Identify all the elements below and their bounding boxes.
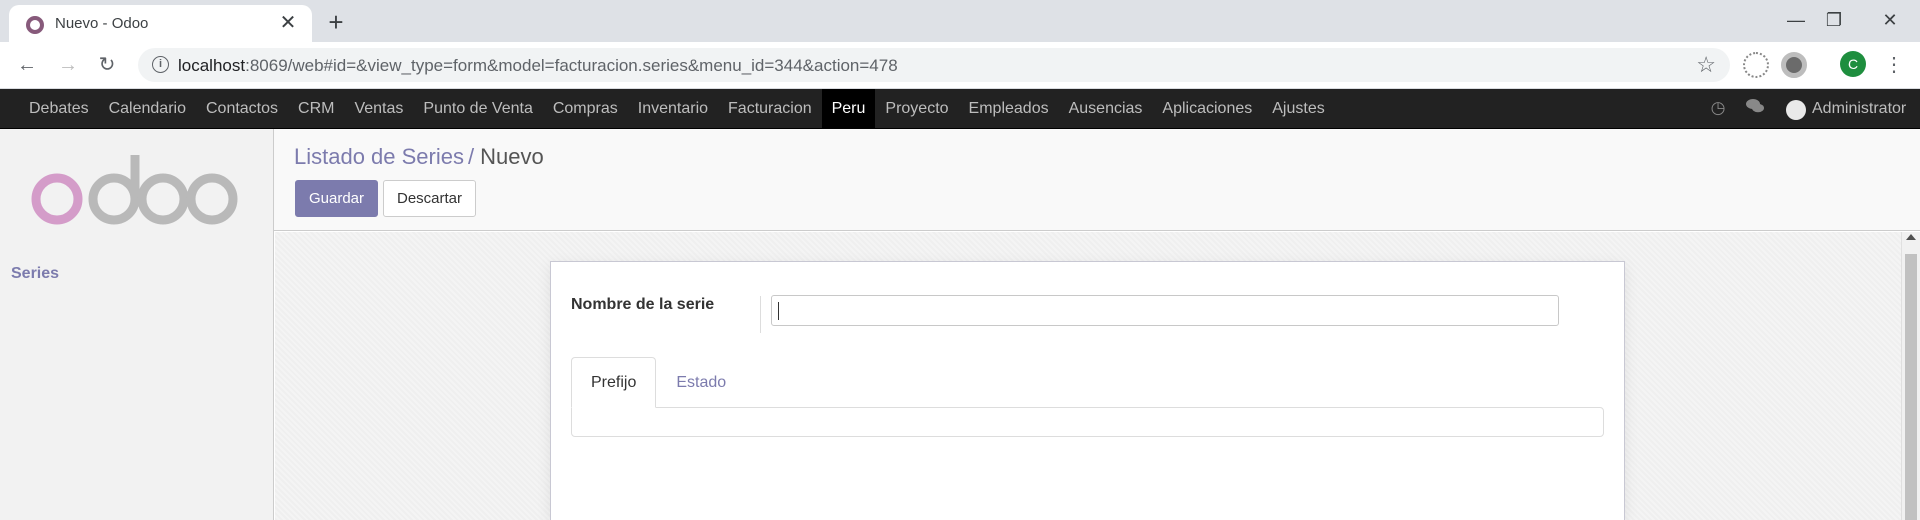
- breadcrumb: Listado de Series / Nuevo: [294, 144, 544, 170]
- menu-item-compras[interactable]: Compras: [543, 89, 628, 129]
- activity-clock-icon[interactable]: ◷: [1707, 97, 1729, 119]
- save-button[interactable]: Guardar: [295, 180, 378, 217]
- browser-tab-strip: Nuevo - Odoo ✕ + — ❐ ✕: [0, 0, 1920, 42]
- menu-item-inventario[interactable]: Inventario: [628, 89, 718, 129]
- tab-content-panel: [571, 407, 1604, 437]
- tab-prefijo[interactable]: Prefijo: [571, 357, 657, 408]
- menu-item-punto-de-venta[interactable]: Punto de Venta: [413, 89, 542, 129]
- restore-button[interactable]: ❐: [1814, 4, 1854, 36]
- menu-item-peru[interactable]: Peru: [821, 89, 876, 129]
- scroll-up-arrow-icon[interactable]: [1906, 234, 1916, 240]
- menu-item-aplicaciones[interactable]: Aplicaciones: [1152, 89, 1262, 129]
- tab-title: Nuevo - Odoo: [55, 15, 149, 32]
- profile-avatar[interactable]: C: [1840, 51, 1866, 77]
- extension-icon[interactable]: [1743, 52, 1769, 78]
- menu-item-crm[interactable]: CRM: [288, 89, 344, 129]
- chat-bubbles-icon: [1746, 99, 1764, 113]
- new-tab-button[interactable]: +: [322, 8, 350, 36]
- minimize-button[interactable]: —: [1776, 4, 1816, 36]
- scrollbar-thumb[interactable]: [1905, 254, 1917, 520]
- menu-item-ventas[interactable]: Ventas: [344, 89, 413, 129]
- label-divider: [760, 296, 761, 333]
- breadcrumb-current: Nuevo: [480, 144, 544, 169]
- forward-arrow-icon[interactable]: →: [53, 50, 83, 80]
- series-name-label: Nombre de la serie: [571, 296, 715, 313]
- text-caret: [778, 302, 779, 320]
- breadcrumb-separator: /: [468, 144, 475, 169]
- discard-button[interactable]: Descartar: [383, 180, 476, 217]
- menu-item-calendario[interactable]: Calendario: [99, 89, 196, 129]
- back-arrow-icon[interactable]: ←: [12, 50, 42, 80]
- odoo-main-navbar: Debates Calendario Contactos CRM Ventas Punto…: [0, 89, 1920, 129]
- menu-item-contactos[interactable]: Contactos: [196, 89, 288, 129]
- browser-tab[interactable]: Nuevo - Odoo ✕: [9, 5, 312, 42]
- user-menu[interactable]: Administrator: [1812, 89, 1906, 129]
- menu-item-ajustes[interactable]: Ajustes: [1262, 89, 1334, 129]
- sidebar-item-series[interactable]: Series: [11, 265, 59, 283]
- close-tab-icon[interactable]: ✕: [277, 12, 299, 34]
- menu-item-debates[interactable]: Debates: [19, 89, 99, 129]
- odoo-favicon-icon: [26, 16, 44, 34]
- menu-item-ausencias[interactable]: Ausencias: [1059, 89, 1153, 129]
- app-sidebar: odoo Series: [0, 129, 274, 520]
- reload-icon[interactable]: ↻: [92, 50, 122, 80]
- control-panel: Listado de Series / Nuevo Guardar Descarta…: [274, 129, 1920, 231]
- site-info-icon[interactable]: i: [152, 56, 169, 73]
- browser-toolbar: ← → ↻ i localhost:8069/web#id=&view_type…: [0, 42, 1920, 89]
- user-avatar[interactable]: [1786, 100, 1806, 120]
- form-sheet: Nombre de la serie Prefijo Estado: [550, 261, 1625, 520]
- url-text[interactable]: localhost:8069/web#id=&view_type=form&mo…: [178, 56, 898, 76]
- series-name-input[interactable]: [771, 295, 1559, 326]
- menu-item-proyecto[interactable]: Proyecto: [875, 89, 958, 129]
- close-window-button[interactable]: ✕: [1870, 4, 1910, 36]
- menu-item-facturacion[interactable]: Facturacion: [718, 89, 822, 129]
- breadcrumb-parent-link[interactable]: Listado de Series: [294, 144, 464, 169]
- menu-item-empleados[interactable]: Empleados: [959, 89, 1059, 129]
- messaging-icon[interactable]: [1744, 97, 1766, 119]
- bookmark-star-icon[interactable]: ☆: [1696, 52, 1716, 78]
- notebook-tabs: Prefijo Estado: [571, 357, 746, 408]
- odoo-logo: odoo: [31, 155, 238, 225]
- vertical-scrollbar[interactable]: [1901, 232, 1920, 520]
- extension-icon[interactable]: [1781, 52, 1807, 78]
- app-menu: Debates Calendario Contactos CRM Ventas Punto…: [19, 89, 1335, 129]
- tab-estado[interactable]: Estado: [656, 357, 746, 408]
- browser-menu-icon[interactable]: ⋮: [1884, 51, 1904, 79]
- address-bar[interactable]: i localhost:8069/web#id=&view_type=form&…: [138, 48, 1730, 82]
